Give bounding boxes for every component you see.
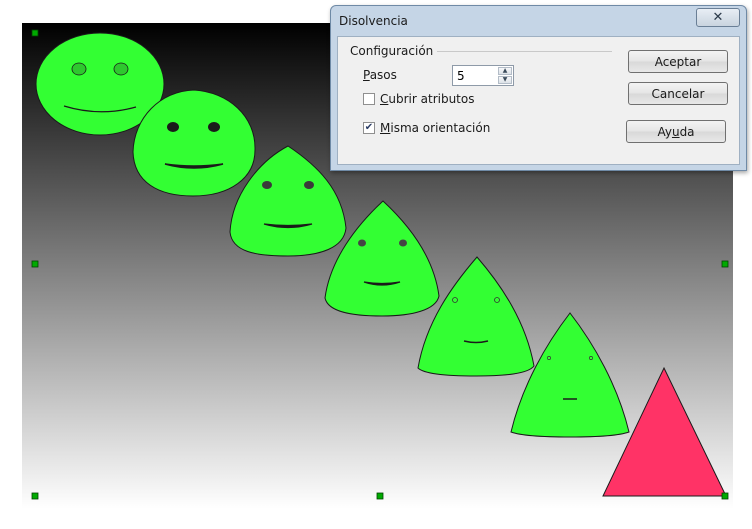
handle-bottom-left[interactable] [31, 492, 39, 500]
group-label-configuracion: Configuración [350, 44, 438, 58]
same-orientation-checkbox[interactable]: ✔ [363, 122, 375, 134]
same-orientation-accel: M [380, 121, 391, 135]
steps-value[interactable]: 5 [457, 69, 465, 83]
same-orientation-rest: isma orientación [390, 121, 491, 135]
steps-spinbox[interactable]: 5 ▲ ▼ [452, 65, 514, 86]
steps-label-rest: asos [369, 68, 397, 82]
handle-mid-right[interactable] [721, 260, 729, 268]
spin-down-button[interactable]: ▼ [498, 76, 512, 84]
close-button[interactable]: ✕ [696, 8, 740, 27]
help-label-accel: u [671, 124, 680, 139]
steps-label-accel: P [363, 68, 370, 82]
steps-label: Pasos [363, 68, 397, 82]
cover-attributes-checkbox[interactable] [363, 93, 375, 105]
close-icon: ✕ [712, 10, 724, 25]
accept-button[interactable]: Aceptar [628, 50, 728, 73]
handle-mid-left[interactable] [31, 260, 39, 268]
help-label-rest: da [679, 124, 695, 139]
handle-bottom-mid[interactable] [376, 492, 384, 500]
same-orientation-row[interactable]: ✔ Misma orientación [363, 121, 490, 135]
help-label-prefix: Ay [657, 124, 672, 139]
spin-up-button[interactable]: ▲ [498, 67, 512, 75]
dialog-titlebar[interactable]: Disolvencia ✕ [331, 6, 746, 36]
arrow-up-icon: ▲ [502, 67, 508, 74]
handle-top-left[interactable] [31, 29, 39, 37]
dialog-client: Configuración Pasos 5 ▲ ▼ Cubrir atribut… [337, 36, 740, 165]
cover-attributes-rest: ubrir atributos [388, 92, 475, 106]
cancel-button[interactable]: Cancelar [628, 82, 728, 105]
cover-attributes-label: Cubrir atributos [380, 92, 474, 106]
dissolve-dialog: Disolvencia ✕ Configuración Pasos 5 ▲ ▼ … [330, 5, 747, 171]
cover-attributes-row[interactable]: Cubrir atributos [363, 92, 474, 106]
same-orientation-label: Misma orientación [380, 121, 490, 135]
checkmark-icon: ✔ [364, 122, 374, 133]
handle-bottom-right[interactable] [721, 492, 729, 500]
dialog-title: Disolvencia [339, 14, 408, 28]
help-button[interactable]: Ay u da [626, 120, 726, 143]
arrow-down-icon: ▼ [502, 76, 508, 83]
